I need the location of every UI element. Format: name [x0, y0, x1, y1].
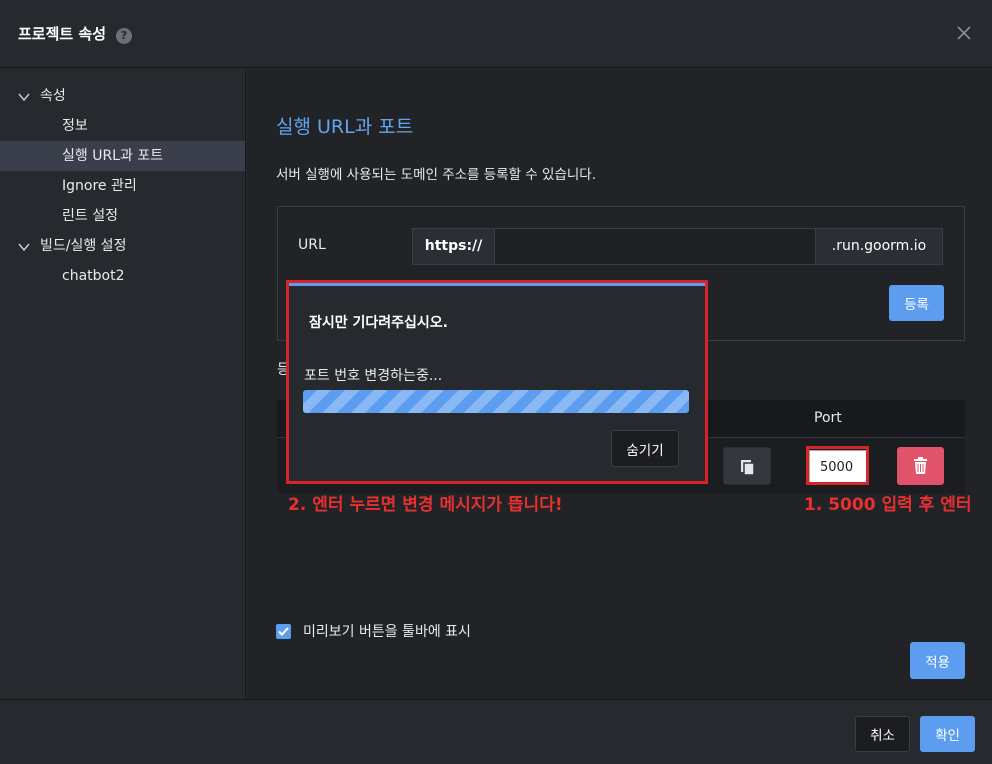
section-description: 서버 실행에 사용되는 도메인 주소를 등록할 수 있습니다. [276, 167, 596, 183]
progress-modal: 잠시만 기다려주십시오. 포트 번호 변경하는중... 숨기기 [289, 283, 705, 481]
port-highlight-box [806, 446, 869, 485]
url-prefix: https:// [413, 229, 495, 264]
help-icon[interactable]: ? [116, 28, 132, 44]
sidebar-item-label: 린트 설정 [62, 208, 118, 224]
sidebar-item-label: 정보 [62, 118, 88, 134]
chevron-down-icon [18, 243, 30, 252]
sidebar-item-label: 속성 [40, 88, 66, 104]
url-input[interactable] [495, 229, 815, 264]
url-input-group: https:// .run.goorm.io [412, 228, 943, 265]
modal-message: 포트 번호 변경하는중... [304, 368, 443, 384]
port-column-header: Port [814, 410, 842, 426]
sidebar-item-run-url-port[interactable]: 실행 URL과 포트 [0, 141, 245, 171]
dialog-footer: 취소 확인 [0, 699, 992, 764]
url-label: URL [298, 237, 326, 253]
sidebar-item-lint[interactable]: 린트 설정 [0, 201, 245, 231]
preview-checkbox-label: 미리보기 버튼을 툴바에 표시 [303, 624, 471, 640]
dialog-title: 프로젝트 속성 [18, 25, 107, 43]
sidebar-group-build-run[interactable]: 빌드/실행 설정 [0, 231, 245, 261]
dialog-header: 프로젝트 속성 ? [0, 0, 992, 68]
register-button[interactable]: 등록 [889, 285, 944, 321]
hide-button[interactable]: 숨기기 [611, 430, 679, 467]
annotation-port-note: 1. 5000 입력 후 엔터 [804, 495, 972, 515]
sidebar-item-label: Ignore 관리 [62, 178, 137, 194]
delete-button[interactable] [897, 447, 944, 485]
copy-icon [741, 460, 755, 476]
trash-icon [914, 457, 927, 474]
section-title: 실행 URL과 포트 [276, 116, 414, 138]
sidebar-item-label: 실행 URL과 포트 [62, 148, 164, 164]
sidebar-item-label: 빌드/실행 설정 [40, 238, 127, 254]
project-properties-dialog: 프로젝트 속성 ? 속성 정보 실행 URL과 포트 Ignore 관리 린트 … [0, 0, 992, 764]
copy-button[interactable] [723, 447, 771, 485]
close-icon[interactable] [954, 23, 974, 43]
url-suffix: .run.goorm.io [815, 229, 942, 264]
sidebar-item-label: chatbot2 [62, 268, 125, 284]
ok-button[interactable]: 확인 [920, 716, 975, 752]
cancel-button[interactable]: 취소 [855, 716, 910, 752]
sidebar-item-info[interactable]: 정보 [0, 111, 245, 141]
sidebar-group-properties[interactable]: 속성 [0, 81, 245, 111]
sidebar-item-ignore[interactable]: Ignore 관리 [0, 171, 245, 201]
checkmark-icon [278, 626, 289, 636]
preview-toolbar-option[interactable]: 미리보기 버튼을 툴바에 표시 [276, 621, 471, 641]
preview-checkbox[interactable] [276, 623, 291, 639]
chevron-down-icon [18, 93, 30, 102]
sidebar-item-chatbot2[interactable]: chatbot2 [0, 261, 245, 291]
apply-button[interactable]: 적용 [910, 642, 965, 679]
modal-title: 잠시만 기다려주십시오. [309, 315, 448, 331]
annotation-modal-note: 2. 엔터 누르면 변경 메시지가 뜹니다! [288, 495, 563, 515]
progress-bar [303, 390, 689, 413]
sidebar: 속성 정보 실행 URL과 포트 Ignore 관리 린트 설정 빌드/실행 설… [0, 69, 246, 699]
